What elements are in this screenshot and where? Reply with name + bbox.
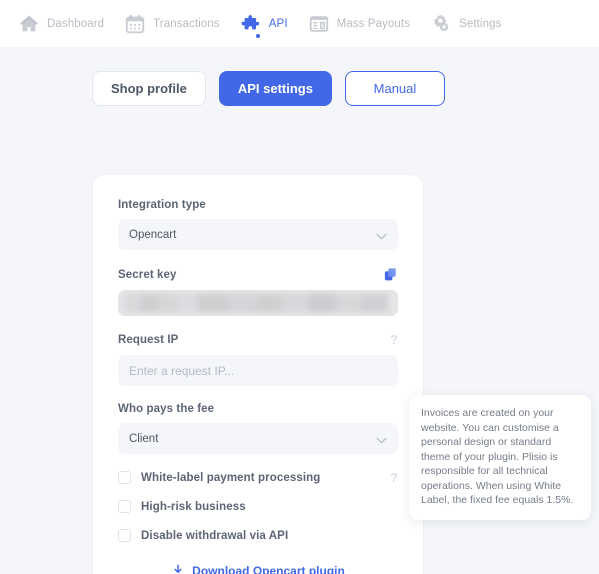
copy-icon[interactable] xyxy=(383,267,398,282)
api-settings-card: Integration type Opencart Secret key Req… xyxy=(93,175,423,574)
nav-item-dashboard[interactable]: Dashboard xyxy=(8,0,114,47)
page-body: Shop profile API settings Manual Integra… xyxy=(0,47,599,574)
integration-type-label: Integration type xyxy=(118,199,206,211)
nav-item-mass-payouts[interactable]: $ Mass Payouts xyxy=(298,0,420,47)
top-navigation: Dashboard Transactions API $ Mass Payout… xyxy=(0,0,599,47)
request-ip-input[interactable]: Enter a request IP... xyxy=(118,355,398,386)
request-ip-placeholder: Enter a request IP... xyxy=(129,363,235,378)
settings-tab-bar: Shop profile API settings Manual xyxy=(0,47,599,106)
checkbox-row-white-label[interactable]: White-label payment processing ? xyxy=(118,470,398,485)
tab-api-settings-label: API settings xyxy=(237,81,313,96)
tab-manual-label: Manual xyxy=(373,81,417,96)
white-label-tooltip: Invoices are created on your website. Yo… xyxy=(409,395,591,520)
tab-shop-profile[interactable]: Shop profile xyxy=(92,71,206,106)
checkbox-label-white-label: White-label payment processing xyxy=(141,471,321,484)
tab-manual[interactable]: Manual xyxy=(344,71,445,106)
chevron-down-icon xyxy=(376,231,387,240)
who-pays-fee-value: Client xyxy=(129,432,159,445)
white-label-help-icon[interactable]: ? xyxy=(390,470,398,485)
nav-label-dashboard: Dashboard xyxy=(47,17,105,30)
nav-item-settings[interactable]: Settings xyxy=(420,0,511,47)
download-plugin-label: Download Opencart plugin xyxy=(192,564,345,574)
puzzle-icon xyxy=(240,13,262,35)
integration-type-value: Opencart xyxy=(129,228,177,241)
nav-label-settings: Settings xyxy=(459,17,502,30)
checkbox-high-risk[interactable] xyxy=(118,500,131,513)
nav-item-transactions[interactable]: Transactions xyxy=(114,0,230,47)
chevron-down-icon xyxy=(376,435,387,444)
download-icon xyxy=(171,564,185,574)
nav-label-mass-payouts: Mass Payouts xyxy=(336,17,411,30)
tab-api-settings[interactable]: API settings xyxy=(218,71,332,106)
checkbox-row-disable-withdrawal[interactable]: Disable withdrawal via API xyxy=(118,529,398,542)
checkbox-label-high-risk: High-risk business xyxy=(141,500,246,513)
checkbox-row-high-risk[interactable]: High-risk business xyxy=(118,500,398,513)
nav-item-api[interactable]: API xyxy=(230,0,298,47)
download-plugin-link[interactable]: Download Opencart plugin xyxy=(118,564,398,574)
checkbox-white-label[interactable] xyxy=(118,471,131,484)
request-ip-help-icon[interactable]: ? xyxy=(390,332,398,347)
request-ip-label-row: Request IP ? xyxy=(118,332,398,347)
who-pays-fee-label-row: Who pays the fee xyxy=(118,403,398,415)
secret-key-field[interactable] xyxy=(118,290,398,316)
request-ip-label: Request IP xyxy=(118,333,179,346)
who-pays-fee-select[interactable]: Client xyxy=(118,423,398,454)
integration-type-select[interactable]: Opencart xyxy=(118,219,398,250)
nav-label-transactions: Transactions xyxy=(153,17,220,30)
integration-type-label-row: Integration type xyxy=(118,199,398,211)
money-stack-icon: $ xyxy=(308,13,330,35)
tooltip-text: Invoices are created on your website. Yo… xyxy=(421,407,574,506)
secret-key-label-row: Secret key xyxy=(118,267,398,282)
calendar-icon xyxy=(124,13,146,35)
secret-key-masked-value xyxy=(124,294,388,312)
nav-label-api: API xyxy=(268,17,288,30)
tab-shop-profile-label: Shop profile xyxy=(111,81,187,96)
checkbox-label-disable-withdrawal: Disable withdrawal via API xyxy=(141,529,289,542)
who-pays-fee-label: Who pays the fee xyxy=(118,403,215,415)
secret-key-label: Secret key xyxy=(118,268,177,281)
checkbox-disable-withdrawal[interactable] xyxy=(118,529,131,542)
svg-text:$: $ xyxy=(320,22,324,29)
home-icon xyxy=(18,13,40,35)
gears-icon xyxy=(430,13,452,35)
api-active-dot xyxy=(255,34,260,38)
